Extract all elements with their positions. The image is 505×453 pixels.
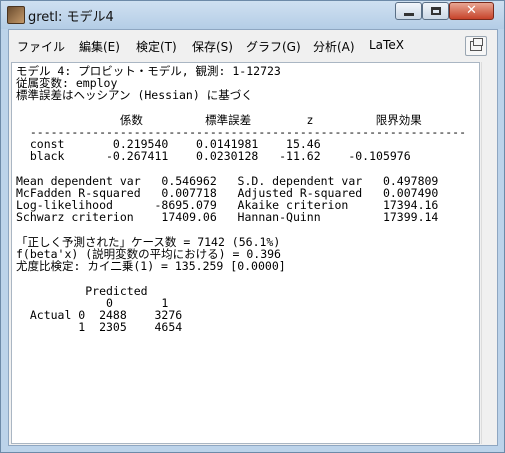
menu-bar: ファイル 編集(E) 検定(T) 保存(S) グラフ(G) 分析(A) LaTe… (9, 30, 497, 60)
client-area: ファイル 編集(E) 検定(T) 保存(S) グラフ(G) 分析(A) LaTe… (8, 29, 498, 446)
maximize-button[interactable] (422, 2, 449, 20)
close-icon: ✕ (466, 3, 477, 18)
menu-graphs[interactable]: グラフ(G) (246, 38, 301, 55)
window-icon (470, 38, 483, 51)
gretl-app-icon[interactable] (7, 6, 25, 24)
menu-edit[interactable]: 編集(E) (79, 38, 120, 55)
menu-file[interactable]: ファイル (17, 38, 65, 55)
menu-save[interactable]: 保存(S) (192, 38, 233, 55)
model-window: gretl: モデル4 ✕ ファイル 編集(E) 検定(T) 保存(S) グラフ… (0, 0, 505, 453)
window-list-button[interactable] (465, 36, 487, 56)
close-button[interactable]: ✕ (449, 2, 494, 20)
menu-analysis[interactable]: 分析(A) (313, 38, 355, 55)
model-output-text: モデル 4: プロビット・モデル, 観測: 1-12723 従属変数: empl… (16, 64, 467, 335)
model-output-textarea[interactable]: モデル 4: プロビット・モデル, 観測: 1-12723 従属変数: empl… (11, 62, 480, 444)
minimize-button[interactable] (395, 2, 422, 20)
vertical-scrollbar[interactable] (481, 62, 497, 444)
title-bar[interactable]: gretl: モデル4 ✕ (1, 1, 504, 29)
maximize-icon (431, 7, 441, 15)
window-title: gretl: モデル4 (28, 10, 114, 25)
minimize-icon (404, 13, 414, 16)
menu-tests[interactable]: 検定(T) (136, 38, 177, 55)
menu-latex[interactable]: LaTeX (369, 38, 404, 52)
